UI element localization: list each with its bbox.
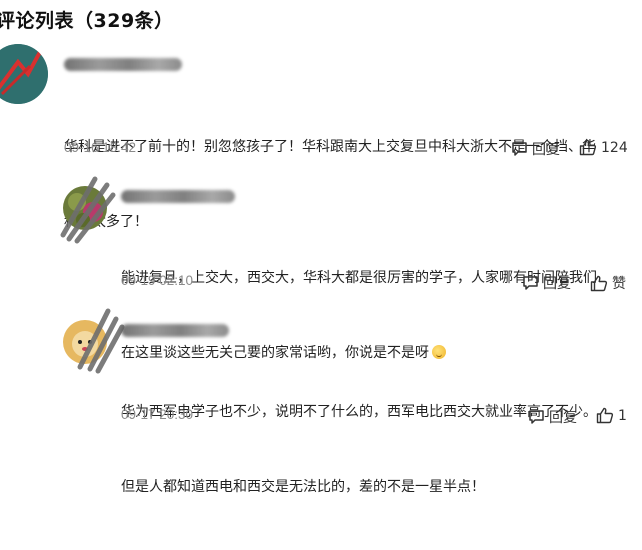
username-redacted (64, 58, 182, 71)
like-button[interactable]: 赞 (590, 273, 626, 293)
username-redacted (121, 324, 229, 337)
comment-bubble-icon (529, 410, 544, 424)
comment-text-line: 但是人都知道西电和西交是无法比的，差的不是一星半点！ (121, 479, 485, 495)
comment-bubble-icon (523, 276, 538, 290)
comment-list-title: 评论列表（329条） (0, 10, 174, 32)
avatar[interactable] (0, 44, 48, 104)
comment-bubble-icon (512, 142, 527, 156)
reply-label: 回复 (532, 142, 560, 158)
reply-button[interactable]: 回复 (522, 273, 571, 293)
username-redacted (121, 190, 235, 203)
reply-label: 回复 (549, 410, 577, 426)
comment-time: 09-17 20:30 (121, 407, 194, 422)
thumbs-up-icon (596, 407, 614, 424)
comment-text: 华为西军电学子也不少，说明不了什么的，西军电比西交大就业率高了不少。 但是人都知… (121, 350, 636, 550)
like-count: 1 (618, 407, 627, 424)
reply-label: 回复 (543, 276, 571, 292)
like-button[interactable]: 124 (579, 139, 628, 156)
like-count: 124 (601, 139, 628, 156)
like-button[interactable]: 1 (596, 407, 627, 424)
reply-button[interactable]: 回复 (511, 139, 560, 159)
comment-time: 09-19 02:10 (121, 273, 194, 288)
thumbs-up-icon (579, 139, 597, 156)
thumbs-up-icon (590, 275, 608, 291)
avatar-image (0, 44, 48, 104)
reply-button[interactable]: 回复 (528, 407, 577, 427)
like-label: 赞 (612, 276, 626, 292)
comment-time: 09-16 18:42 (64, 140, 137, 155)
